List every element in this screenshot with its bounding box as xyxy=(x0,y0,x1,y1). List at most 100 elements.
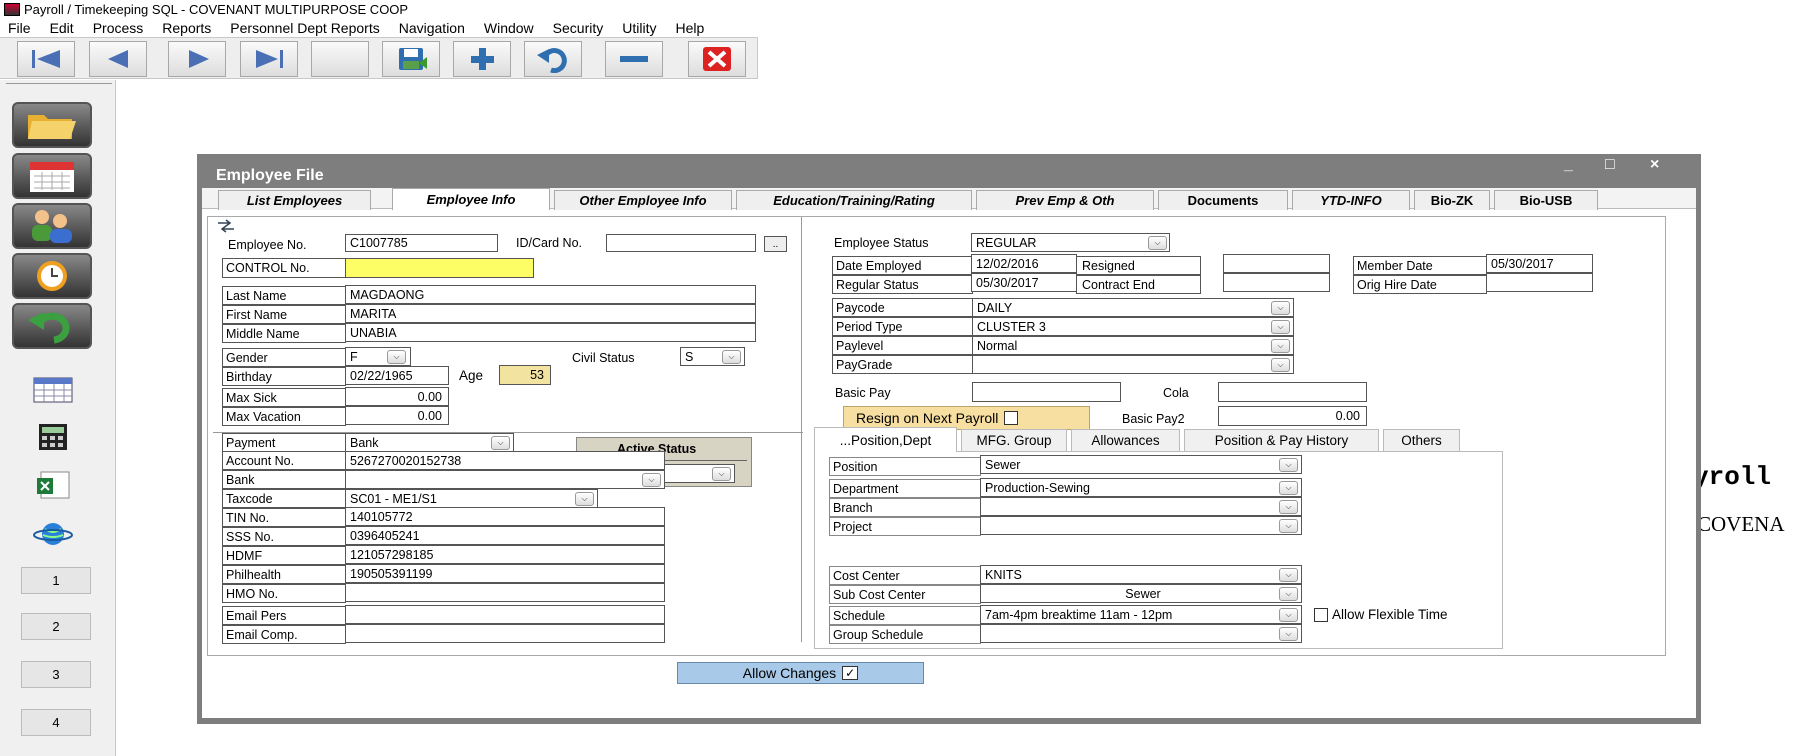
group-schedule-dropdown-arrow[interactable]: ⌵ xyxy=(1279,627,1298,641)
cola-field[interactable] xyxy=(1218,382,1367,402)
allow-changes-checkbox[interactable]: ✓ xyxy=(842,666,859,680)
max-sick-field[interactable]: 0.00 xyxy=(345,387,449,406)
menu-help[interactable]: Help xyxy=(675,20,704,36)
employee-status-select[interactable]: REGULAR xyxy=(971,233,1170,252)
sub-cost-center-dropdown-arrow[interactable]: ⌵ xyxy=(1279,587,1298,601)
philhealth-field[interactable]: 190505391199 xyxy=(345,564,665,583)
tab-list-employees[interactable]: List Employees xyxy=(218,190,371,210)
shortcut-2-button[interactable]: 2 xyxy=(21,613,91,640)
menu-personnel-dept-reports[interactable]: Personnel Dept Reports xyxy=(230,20,379,36)
taxcode-select[interactable]: SC01 - ME1/S1 xyxy=(345,489,598,508)
allow-flexible-time-toggle[interactable]: Allow Flexible Time xyxy=(1314,607,1448,623)
tab-prev-emp-oth[interactable]: Prev Emp & Oth xyxy=(976,190,1154,210)
first-name-field[interactable]: MARITA xyxy=(345,304,756,323)
save-button[interactable] xyxy=(382,41,440,77)
add-button[interactable] xyxy=(453,41,511,77)
menu-process[interactable]: Process xyxy=(93,20,144,36)
tin-field[interactable]: 140105772 xyxy=(345,507,665,526)
email-pers-field[interactable] xyxy=(345,605,665,624)
middle-name-field[interactable]: UNABIA xyxy=(345,323,756,342)
blank-toolbar-button[interactable] xyxy=(311,41,369,77)
project-select[interactable] xyxy=(980,516,1302,535)
period-type-dropdown-arrow[interactable]: ⌵ xyxy=(1271,320,1290,334)
employee-status-dropdown-arrow[interactable]: ⌵ xyxy=(1148,236,1167,250)
menu-security[interactable]: Security xyxy=(553,20,604,36)
menu-navigation[interactable]: Navigation xyxy=(399,20,465,36)
maximize-button[interactable]: □ xyxy=(1605,156,1615,174)
tab-bio-usb[interactable]: Bio-USB xyxy=(1494,190,1598,210)
last-name-field[interactable]: MAGDAONG xyxy=(345,285,756,304)
schedule-select[interactable]: 7am-4pm breaktime 11am - 12pm xyxy=(980,605,1302,624)
paygrade-dropdown-arrow[interactable]: ⌵ xyxy=(1271,358,1290,372)
close-window-button[interactable]: × xyxy=(1650,156,1659,174)
shortcut-3-button[interactable]: 3 xyxy=(21,661,91,688)
allow-flexible-time-checkbox[interactable] xyxy=(1314,608,1328,623)
calculator-grid-button[interactable] xyxy=(32,376,74,404)
close-button[interactable] xyxy=(688,41,746,77)
internet-button[interactable] xyxy=(32,520,74,548)
cost-center-select[interactable]: KNITS xyxy=(980,565,1302,584)
previous-record-button[interactable] xyxy=(89,41,147,77)
employees-button[interactable] xyxy=(12,203,92,249)
email-comp-field[interactable] xyxy=(345,624,665,643)
date-employed-field[interactable]: 12/02/2016 xyxy=(971,254,1077,273)
basic-pay-field[interactable] xyxy=(972,382,1121,402)
period-type-select[interactable]: CLUSTER 3 xyxy=(972,317,1294,336)
shortcut-4-button[interactable]: 4 xyxy=(21,709,91,736)
paygrade-select[interactable] xyxy=(972,355,1294,374)
civil-status-dropdown-arrow[interactable]: ⌵ xyxy=(722,350,741,364)
orig-hire-date-field[interactable] xyxy=(1486,273,1593,292)
hmo-field[interactable] xyxy=(345,583,665,602)
position-select[interactable]: Sewer xyxy=(980,455,1302,474)
bank-select[interactable] xyxy=(345,470,665,489)
id-card-lookup-button[interactable]: .. xyxy=(764,236,787,252)
position-dropdown-arrow[interactable]: ⌵ xyxy=(1279,458,1298,472)
undo-button[interactable] xyxy=(524,41,582,77)
bank-dropdown-arrow[interactable]: ⌵ xyxy=(642,473,661,487)
tab-employee-info[interactable]: Employee Info xyxy=(392,188,550,210)
payment-select[interactable]: Bank xyxy=(345,433,514,452)
sss-field[interactable]: 0396405241 xyxy=(345,526,665,545)
resign-next-payroll-checkbox[interactable] xyxy=(1004,411,1019,425)
group-schedule-select[interactable] xyxy=(980,624,1302,643)
menu-edit[interactable]: Edit xyxy=(50,20,74,36)
timekeeping-button[interactable] xyxy=(12,253,92,299)
subtab-position-dept[interactable]: ...Position,Dept xyxy=(814,427,957,452)
transfer-icon[interactable] xyxy=(216,219,236,233)
department-select[interactable]: Production-Sewing xyxy=(980,478,1302,497)
tab-ytd-info[interactable]: YTD-INFO xyxy=(1292,190,1410,210)
open-folder-button[interactable] xyxy=(12,102,92,148)
branch-dropdown-arrow[interactable]: ⌵ xyxy=(1279,500,1298,514)
department-dropdown-arrow[interactable]: ⌵ xyxy=(1279,481,1298,495)
max-vacation-field[interactable]: 0.00 xyxy=(345,406,449,425)
menu-window[interactable]: Window xyxy=(484,20,534,36)
delete-button[interactable] xyxy=(605,41,663,77)
cost-center-dropdown-arrow[interactable]: ⌵ xyxy=(1279,568,1298,582)
active-status-dropdown-arrow[interactable]: ⌵ xyxy=(712,467,731,481)
taxcode-dropdown-arrow[interactable]: ⌵ xyxy=(575,492,594,506)
payment-dropdown-arrow[interactable]: ⌵ xyxy=(491,436,510,450)
paycode-select[interactable]: DAILY xyxy=(972,298,1294,317)
branch-select[interactable] xyxy=(980,497,1302,516)
id-card-field[interactable] xyxy=(606,234,756,252)
subtab-mfg-group[interactable]: MFG. Group xyxy=(961,429,1067,451)
schedule-dropdown-arrow[interactable]: ⌵ xyxy=(1279,608,1298,622)
paylevel-select[interactable]: Normal xyxy=(972,336,1294,355)
tab-documents[interactable]: Documents xyxy=(1158,190,1288,210)
next-record-button[interactable] xyxy=(168,41,226,77)
excel-button[interactable] xyxy=(32,471,74,499)
tab-education-training-rating[interactable]: Education/Training/Rating xyxy=(736,190,972,210)
tab-bio-zk[interactable]: Bio-ZK xyxy=(1414,190,1490,210)
subtab-others[interactable]: Others xyxy=(1383,429,1460,451)
last-record-button[interactable] xyxy=(240,41,298,77)
paylevel-dropdown-arrow[interactable]: ⌵ xyxy=(1271,339,1290,353)
calendar-button[interactable] xyxy=(12,153,92,199)
resigned-field[interactable] xyxy=(1223,254,1330,273)
first-record-button[interactable] xyxy=(17,41,75,77)
member-date-field[interactable]: 05/30/2017 xyxy=(1486,254,1593,273)
menu-file[interactable]: File xyxy=(8,20,31,36)
subtab-allowances[interactable]: Allowances xyxy=(1071,429,1180,451)
basic-pay2-field[interactable]: 0.00 xyxy=(1218,406,1367,426)
tab-other-employee-info[interactable]: Other Employee Info xyxy=(554,190,732,210)
calculator-button[interactable] xyxy=(32,423,74,451)
